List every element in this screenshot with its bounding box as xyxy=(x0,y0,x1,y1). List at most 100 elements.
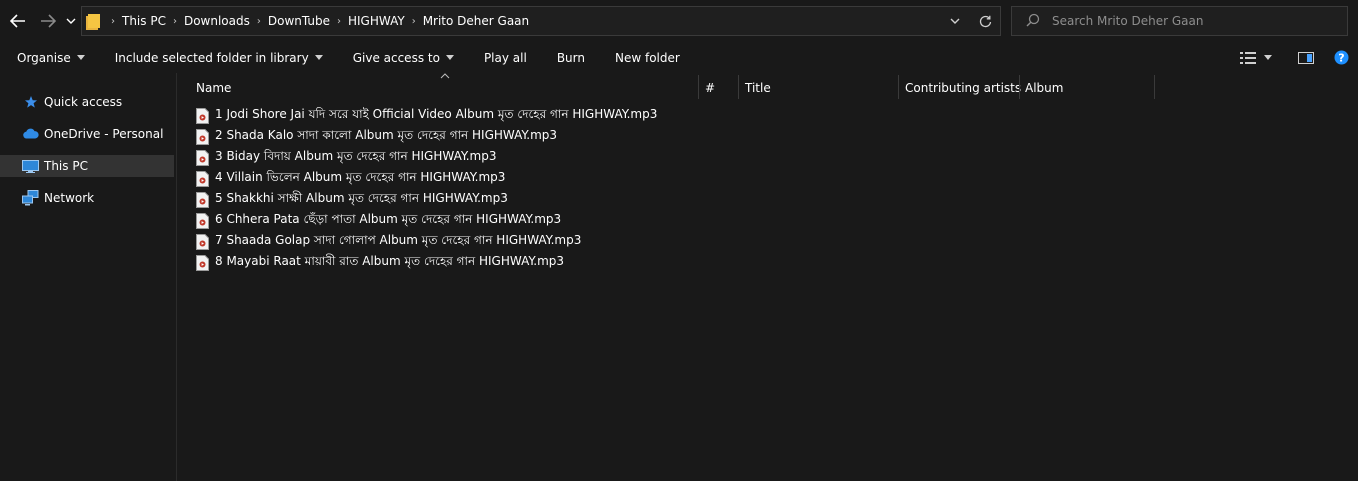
organise-label: Organise xyxy=(17,50,71,65)
file-name: 6 Chhera Pata ছেঁড়া পাতা Album মৃত দেহে… xyxy=(215,211,562,226)
arrow-right-icon xyxy=(41,14,56,28)
recent-locations-button[interactable] xyxy=(62,9,80,33)
address-box[interactable]: › This PC › Downloads › DownTube › HIGHW… xyxy=(81,6,1001,36)
column-divider[interactable] xyxy=(898,75,899,99)
caret-down-icon xyxy=(445,55,454,60)
column-header-contributing-artists[interactable]: Contributing artists xyxy=(905,75,1021,101)
preview-pane-button[interactable] xyxy=(1298,51,1314,64)
column-header-name[interactable]: Name xyxy=(196,75,231,101)
help-icon: ? xyxy=(1334,50,1349,65)
audio-file-icon xyxy=(196,233,209,250)
sort-ascending-icon xyxy=(440,73,450,79)
breadcrumb-separator[interactable]: › xyxy=(330,16,348,27)
refresh-icon xyxy=(979,15,991,27)
file-row[interactable]: 1 Jodi Shore Jai যদি সরে যাই Official Vi… xyxy=(196,105,657,126)
file-name: 4 Villain ভিলেন Album মৃত দেহের গান HIGH… xyxy=(215,169,506,184)
address-bar-row: › This PC › Downloads › DownTube › HIGHW… xyxy=(0,0,1358,42)
audio-file-icon xyxy=(196,191,209,208)
search-box[interactable] xyxy=(1011,6,1348,36)
sidebar-item-network[interactable]: Network xyxy=(0,187,174,209)
help-button[interactable]: ? xyxy=(1334,50,1349,65)
sidebar-item-this-pc[interactable]: This PC xyxy=(0,155,174,177)
column-header-title[interactable]: Title xyxy=(745,75,771,101)
network-icon xyxy=(22,190,39,209)
breadcrumb-separator[interactable]: › xyxy=(405,16,423,27)
breadcrumb: › This PC › Downloads › DownTube › HIGHW… xyxy=(104,14,529,28)
column-header-album[interactable]: Album xyxy=(1025,75,1063,101)
file-name: 5 Shakkhi সাক্ষী Album মৃত দেহের গান HIG… xyxy=(215,190,508,205)
column-divider[interactable] xyxy=(1019,75,1020,99)
star-icon xyxy=(24,95,38,112)
folder-icon xyxy=(86,13,100,30)
change-view-button[interactable] xyxy=(1240,51,1272,64)
breadcrumb-this-pc[interactable]: This PC xyxy=(122,14,166,28)
column-header-number[interactable]: # xyxy=(705,75,715,101)
burn-label: Burn xyxy=(556,50,585,65)
file-row[interactable]: 6 Chhera Pata ছেঁড়া পাতা Album মৃত দেহে… xyxy=(196,210,561,231)
sidebar-item-label: This PC xyxy=(44,159,88,173)
file-row[interactable]: 7 Shaada Golap সাদা গোলাপ Album মৃত দেহে… xyxy=(196,231,581,252)
computer-icon xyxy=(22,160,39,176)
breadcrumb-separator[interactable]: › xyxy=(104,16,122,27)
file-name: 3 Biday বিদায় Album মৃত দেহের গান HIGHW… xyxy=(215,148,497,163)
include-library-label: Include selected folder in library xyxy=(114,50,309,65)
chevron-down-icon xyxy=(66,18,76,24)
organise-menu-button[interactable]: Organise xyxy=(17,51,97,65)
breadcrumb-current-folder[interactable]: Mrito Deher Gaan xyxy=(423,14,529,28)
preview-pane-icon xyxy=(1298,51,1314,64)
new-folder-label: New folder xyxy=(614,50,680,65)
breadcrumb-separator[interactable]: › xyxy=(166,16,184,27)
command-bar: Organise Include selected folder in libr… xyxy=(0,42,1358,73)
cloud-icon xyxy=(22,128,39,142)
back-button[interactable] xyxy=(6,9,30,33)
svg-text:?: ? xyxy=(1338,52,1344,65)
search-icon xyxy=(1026,13,1040,30)
sidebar-item-quick-access[interactable]: Quick access xyxy=(0,91,174,113)
file-row[interactable]: 2 Shada Kalo সাদা কালো Album মৃত দেহের গ… xyxy=(196,126,557,147)
navigation-pane: Quick access OneDrive - Personal This PC xyxy=(0,73,177,481)
caret-down-icon xyxy=(314,55,323,60)
file-name: 1 Jodi Shore Jai যদি সরে যাই Official Vi… xyxy=(215,106,658,121)
breadcrumb-downtube[interactable]: DownTube xyxy=(268,14,330,28)
file-name: 8 Mayabi Raat মায়াবী রাত Album মৃত দেহে… xyxy=(215,253,565,268)
breadcrumb-separator[interactable]: › xyxy=(250,16,268,27)
file-row[interactable]: 3 Biday বিদায় Album মৃত দেহের গান HIGHW… xyxy=(196,147,497,168)
audio-file-icon xyxy=(196,107,209,124)
caret-down-icon xyxy=(1264,55,1272,60)
breadcrumb-highway[interactable]: HIGHWAY xyxy=(348,14,405,28)
chevron-down-icon xyxy=(950,18,960,24)
play-all-label: Play all xyxy=(483,50,527,65)
breadcrumb-downloads[interactable]: Downloads xyxy=(184,14,250,28)
sidebar-item-onedrive[interactable]: OneDrive - Personal xyxy=(0,123,174,145)
refresh-button[interactable] xyxy=(970,7,1000,35)
arrow-left-icon xyxy=(10,14,25,28)
search-input[interactable] xyxy=(1050,13,1330,29)
column-divider[interactable] xyxy=(1154,75,1155,99)
file-row[interactable]: 5 Shakkhi সাক্ষী Album মৃত দেহের গান HIG… xyxy=(196,189,508,210)
burn-button[interactable]: Burn xyxy=(557,51,597,65)
file-name: 7 Shaada Golap সাদা গোলাপ Album মৃত দেহে… xyxy=(215,232,582,247)
give-access-button[interactable]: Give access to xyxy=(353,51,466,65)
audio-file-icon xyxy=(196,170,209,187)
new-folder-button[interactable]: New folder xyxy=(615,51,692,65)
column-divider[interactable] xyxy=(698,75,699,99)
address-history-button[interactable] xyxy=(940,7,970,35)
sidebar-item-label: Network xyxy=(44,191,95,205)
audio-file-icon xyxy=(196,128,209,145)
caret-down-icon xyxy=(76,55,85,60)
sidebar-item-label: OneDrive - Personal xyxy=(44,127,164,141)
sidebar-item-label: Quick access xyxy=(44,95,123,109)
play-all-button[interactable]: Play all xyxy=(484,51,539,65)
column-divider[interactable] xyxy=(738,75,739,99)
audio-file-icon xyxy=(196,254,209,271)
details-view-icon xyxy=(1240,51,1256,64)
forward-button[interactable] xyxy=(36,9,60,33)
file-row[interactable]: 4 Villain ভিলেন Album মৃত দেহের গান HIGH… xyxy=(196,168,505,189)
file-name: 2 Shada Kalo সাদা কালো Album মৃত দেহের গ… xyxy=(215,127,558,142)
audio-file-icon xyxy=(196,149,209,166)
give-access-label: Give access to xyxy=(352,50,440,65)
include-in-library-button[interactable]: Include selected folder in library xyxy=(115,51,335,65)
file-row[interactable]: 8 Mayabi Raat মায়াবী রাত Album মৃত দেহে… xyxy=(196,252,564,273)
file-list-view: Name # Title Contributing artists Album … xyxy=(178,73,1358,481)
audio-file-icon xyxy=(196,212,209,229)
